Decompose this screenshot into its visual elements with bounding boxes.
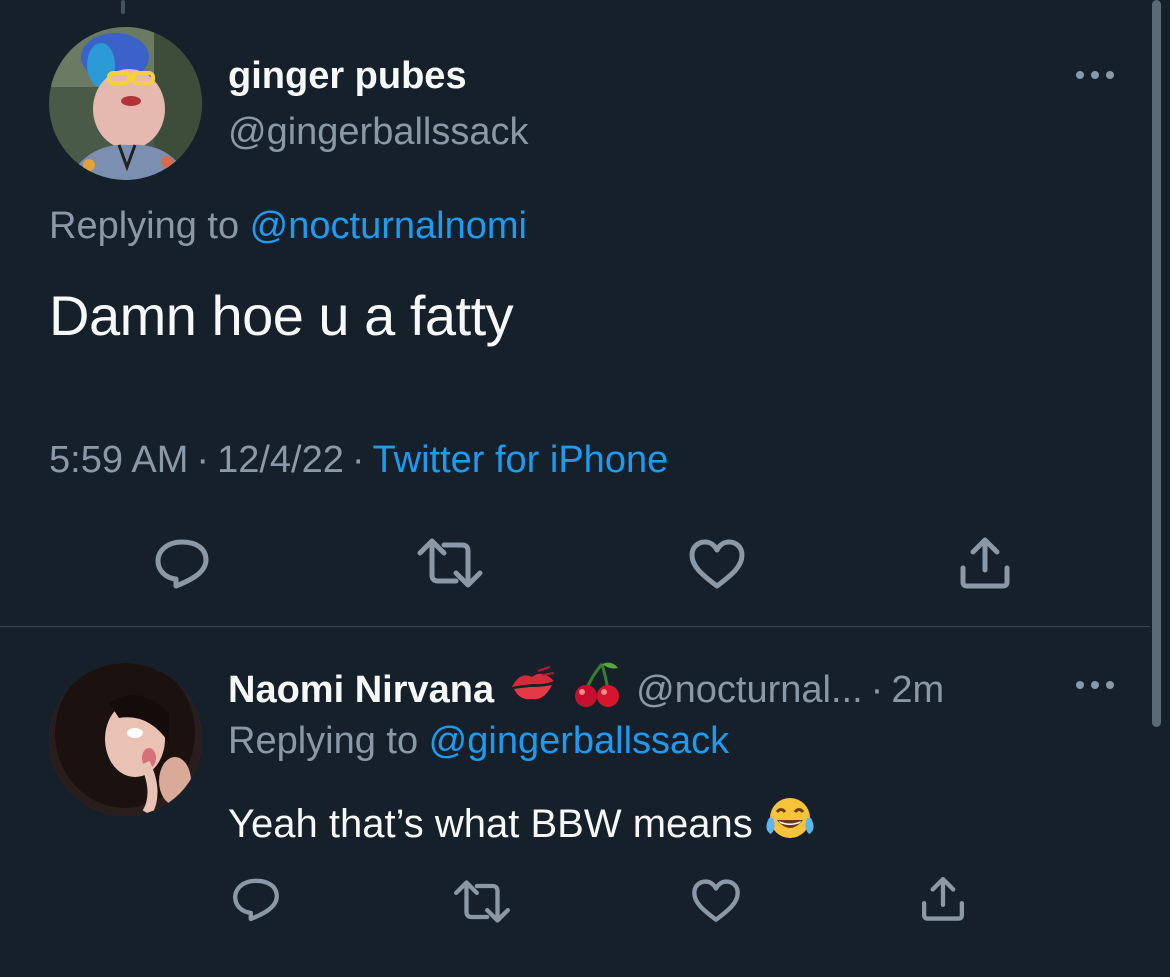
author-name[interactable]: ginger pubes <box>228 55 467 98</box>
cherries-icon <box>572 660 622 720</box>
reply-text: Yeah that’s what BBW means <box>228 801 753 846</box>
replying-to-link[interactable]: @gingerballssack <box>429 720 730 762</box>
tweet-divider <box>0 626 1150 627</box>
author-handle[interactable]: @gingerballssack <box>228 111 529 154</box>
reply-replying-to-line: Replying to @gingerballssack <box>228 720 729 763</box>
reply-author-name[interactable]: Naomi Nirvana <box>228 669 494 712</box>
share-icon[interactable] <box>955 534 1015 590</box>
thread-connector-line <box>121 0 125 14</box>
reply-icon[interactable] <box>228 875 284 923</box>
more-dots-icon[interactable] <box>1070 670 1120 700</box>
replying-to-label: Replying to <box>49 205 250 247</box>
tweet-text: Damn hoe u a fatty <box>49 284 514 347</box>
share-icon[interactable] <box>918 873 968 923</box>
retweet-icon[interactable] <box>450 878 514 924</box>
reply-separator: · <box>870 668 884 711</box>
tears-of-joy-icon <box>765 796 815 852</box>
avatar-main-author[interactable] <box>49 27 202 180</box>
reply-header: Naomi Nirvana @nocturnal... · 2m <box>228 660 944 720</box>
replying-to-label: Replying to <box>228 720 429 762</box>
scrollbar[interactable] <box>1152 0 1161 727</box>
tweet-date[interactable]: 12/4/22 <box>217 439 344 481</box>
tweet-metadata: 5:59 AM · 12/4/22 · Twitter for iPhone <box>49 439 668 482</box>
kiss-mark-icon <box>508 665 558 715</box>
replying-to-line: Replying to @nocturnalnomi <box>49 205 527 248</box>
tweet-time[interactable]: 5:59 AM <box>49 439 188 481</box>
meta-separator: · <box>196 439 210 481</box>
like-icon[interactable] <box>690 878 742 924</box>
more-dots-icon[interactable] <box>1070 60 1120 90</box>
meta-separator: · <box>351 439 365 481</box>
avatar-reply-author[interactable] <box>49 663 202 816</box>
tweet-source-link[interactable]: Twitter for iPhone <box>373 439 669 481</box>
reply-tweet-text: Yeah that’s what BBW means <box>228 796 815 852</box>
replying-to-link[interactable]: @nocturnalnomi <box>250 205 527 247</box>
like-icon[interactable] <box>686 538 748 592</box>
retweet-icon[interactable] <box>414 537 486 589</box>
reply-icon[interactable] <box>150 535 214 591</box>
tweet-thread-view: ginger pubes @gingerballssack Replying t… <box>0 0 1170 977</box>
reply-time-ago[interactable]: 2m <box>891 669 944 712</box>
reply-author-handle[interactable]: @nocturnal... <box>636 669 863 712</box>
